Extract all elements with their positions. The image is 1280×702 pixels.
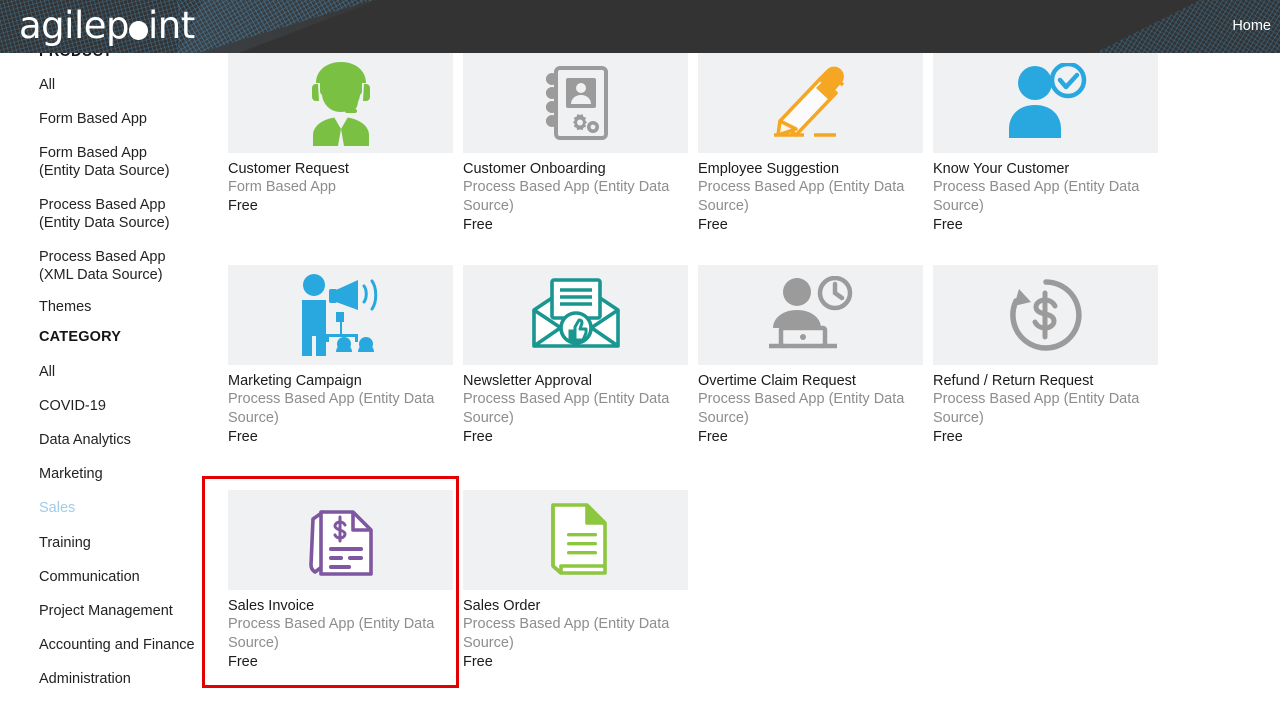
app-tile-product-type: Process Based App (Entity Data Source) [698,179,905,214]
sidebar-item-data-analytics[interactable]: Data Analytics [0,431,222,449]
app-header: agilep int Home [0,0,1280,53]
app-tile[interactable]: Customer Request Form Based App Free [228,53,453,216]
sidebar-item-training[interactable]: Training [0,534,222,552]
app-tile-product-type: Process Based App (Entity Data Source) [933,391,1140,426]
app-tile-price: Free [463,217,493,233]
sidebar-item-form-based-app[interactable]: Form Based App [0,110,222,128]
app-tile[interactable]: Employee Suggestion Process Based App (En… [698,53,923,235]
app-tile-title[interactable]: Employee Suggestion [698,160,923,178]
header-sheen [178,0,378,53]
app-tile[interactable]: Sales Invoice Process Based App (Entity D… [228,490,453,672]
app-tile-product-type: Process Based App (Entity Data Source) [463,616,670,651]
pencil-writing-icon[interactable] [698,53,923,153]
app-tile-price: Free [698,429,728,445]
sidebar-item-administration[interactable]: Administration [0,670,222,688]
app-tile-title[interactable]: Know Your Customer [933,160,1158,178]
sidebar-item-all[interactable]: All [0,76,222,94]
headset-agent-icon[interactable] [228,53,453,153]
app-tile[interactable]: Marketing Campaign Process Based App (Ent… [228,265,453,447]
invoice-dollar-icon[interactable] [228,490,453,590]
app-tile-price: Free [463,654,493,670]
app-tile[interactable]: Know Your Customer Process Based App (Ent… [933,53,1158,235]
sidebar-item-process-based-app-xml-data-source[interactable]: Process Based App (XML Data Source) [0,248,180,284]
app-tile-price: Free [933,429,963,445]
app-tile-title[interactable]: Marketing Campaign [228,372,453,390]
app-tile-title[interactable]: Sales Invoice [228,597,453,615]
sidebar-item-communication[interactable]: Communication [0,568,222,586]
sidebar-item-sales[interactable]: Sales [0,499,222,517]
app-tile-title[interactable]: Refund / Return Request [933,372,1158,390]
app-tile-price: Free [228,198,258,214]
contact-book-gear-icon[interactable] [463,53,688,153]
megaphone-audience-icon[interactable] [228,265,453,365]
app-tile-product-type: Process Based App (Entity Data Source) [933,179,1140,214]
facet-group-title-category: CATEGORY [39,329,122,345]
app-tile[interactable]: Refund / Return Request Process Based App… [933,265,1158,447]
app-tile[interactable]: Sales Order Process Based App (Entity Dat… [463,490,688,672]
sidebar-item-marketing[interactable]: Marketing [0,465,222,483]
envelope-thumbsup-icon[interactable] [463,265,688,365]
sidebar-item-themes[interactable]: Themes [0,298,222,316]
app-tile-title[interactable]: Newsletter Approval [463,372,688,390]
app-tile-product-type: Process Based App (Entity Data Source) [228,616,435,651]
sidebar-item-all[interactable]: All [0,363,222,381]
app-tile-price: Free [228,654,258,670]
app-tile-price: Free [933,217,963,233]
app-tile-title[interactable]: Customer Request [228,160,453,178]
refund-dollar-icon[interactable] [933,265,1158,365]
facet-sidebar: PRODUCTAllForm Based AppForm Based App (… [0,40,222,702]
logo-text-pre: agilep [19,4,129,47]
app-tile-title[interactable]: Overtime Claim Request [698,372,923,390]
app-tile-title[interactable]: Customer Onboarding [463,160,688,178]
app-tile[interactable]: Overtime Claim Request Process Based App … [698,265,923,447]
logo-text-post: int [147,4,195,47]
app-tile-product-type: Process Based App (Entity Data Source) [463,391,670,426]
app-tile[interactable]: Customer Onboarding Process Based App (En… [463,53,688,235]
app-tile-price: Free [463,429,493,445]
app-tile-product-type: Process Based App (Entity Data Source) [698,391,905,426]
home-link[interactable]: Home [1232,18,1271,34]
app-tile-grid: Customer Request Form Based App Free Cus… [222,53,1280,702]
app-tile-title[interactable]: Sales Order [463,597,688,615]
app-tile-price: Free [698,217,728,233]
sidebar-item-covid-19[interactable]: COVID-19 [0,397,222,415]
sidebar-item-form-based-app-entity-data-source[interactable]: Form Based App (Entity Data Source) [0,144,180,180]
app-tile-product-type: Process Based App (Entity Data Source) [228,391,435,426]
app-tile-product-type: Process Based App (Entity Data Source) [463,179,670,214]
sidebar-item-accounting-and-finance[interactable]: Accounting and Finance [0,636,222,654]
app-tile-price: Free [228,429,258,445]
sidebar-item-project-management[interactable]: Project Management [0,602,222,620]
logo-dot-icon [128,21,148,40]
app-tile-product-type: Form Based App [228,179,336,195]
worker-clock-icon[interactable] [698,265,923,365]
document-lines-icon[interactable] [463,490,688,590]
agilepoint-logo[interactable]: agilep int [19,4,195,47]
user-verified-icon[interactable] [933,53,1158,153]
sidebar-item-process-based-app-entity-data-source[interactable]: Process Based App (Entity Data Source) [0,196,180,232]
app-tile[interactable]: Newsletter Approval Process Based App (En… [463,265,688,447]
